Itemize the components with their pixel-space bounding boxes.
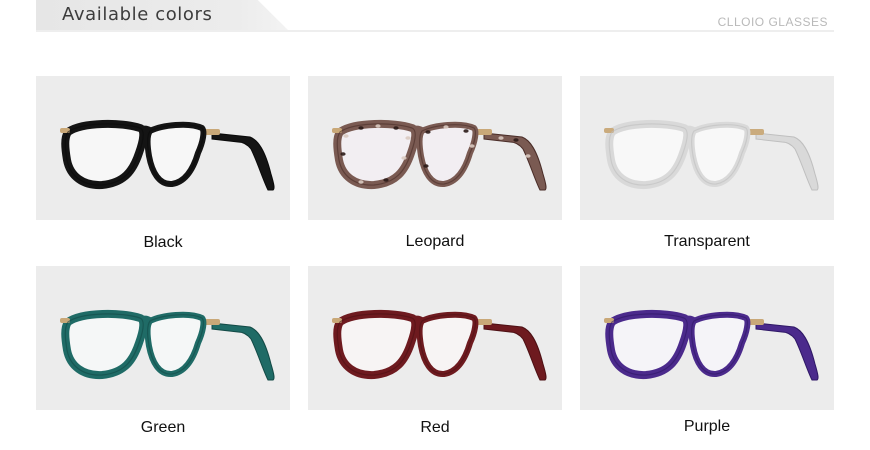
section-title: Available colors: [62, 4, 213, 25]
product-label: Purple: [683, 418, 731, 435]
glasses-icon: [604, 309, 819, 381]
product-label: Red: [420, 419, 450, 436]
header-divider: [36, 30, 834, 32]
product-photo: [308, 266, 562, 410]
glasses-icon: [332, 309, 547, 381]
glasses-icon: [604, 119, 819, 191]
product-photo: [36, 266, 290, 410]
product-label: Green: [140, 419, 186, 436]
glasses-icon: [60, 309, 275, 381]
glasses-icon: [60, 119, 275, 191]
product-photo: [580, 266, 834, 410]
product-label: Transparent: [664, 233, 750, 250]
glasses-icon: [332, 119, 547, 191]
product-label: Leopard: [405, 233, 465, 250]
product-photo: [580, 76, 834, 220]
product-label: Black: [143, 234, 183, 251]
section-header: Available colors CLLOIO GLASSES: [0, 0, 870, 40]
product-photo: [308, 76, 562, 220]
product-photo: [36, 76, 290, 220]
brand-name: CLLOIO GLASSES: [717, 15, 828, 29]
